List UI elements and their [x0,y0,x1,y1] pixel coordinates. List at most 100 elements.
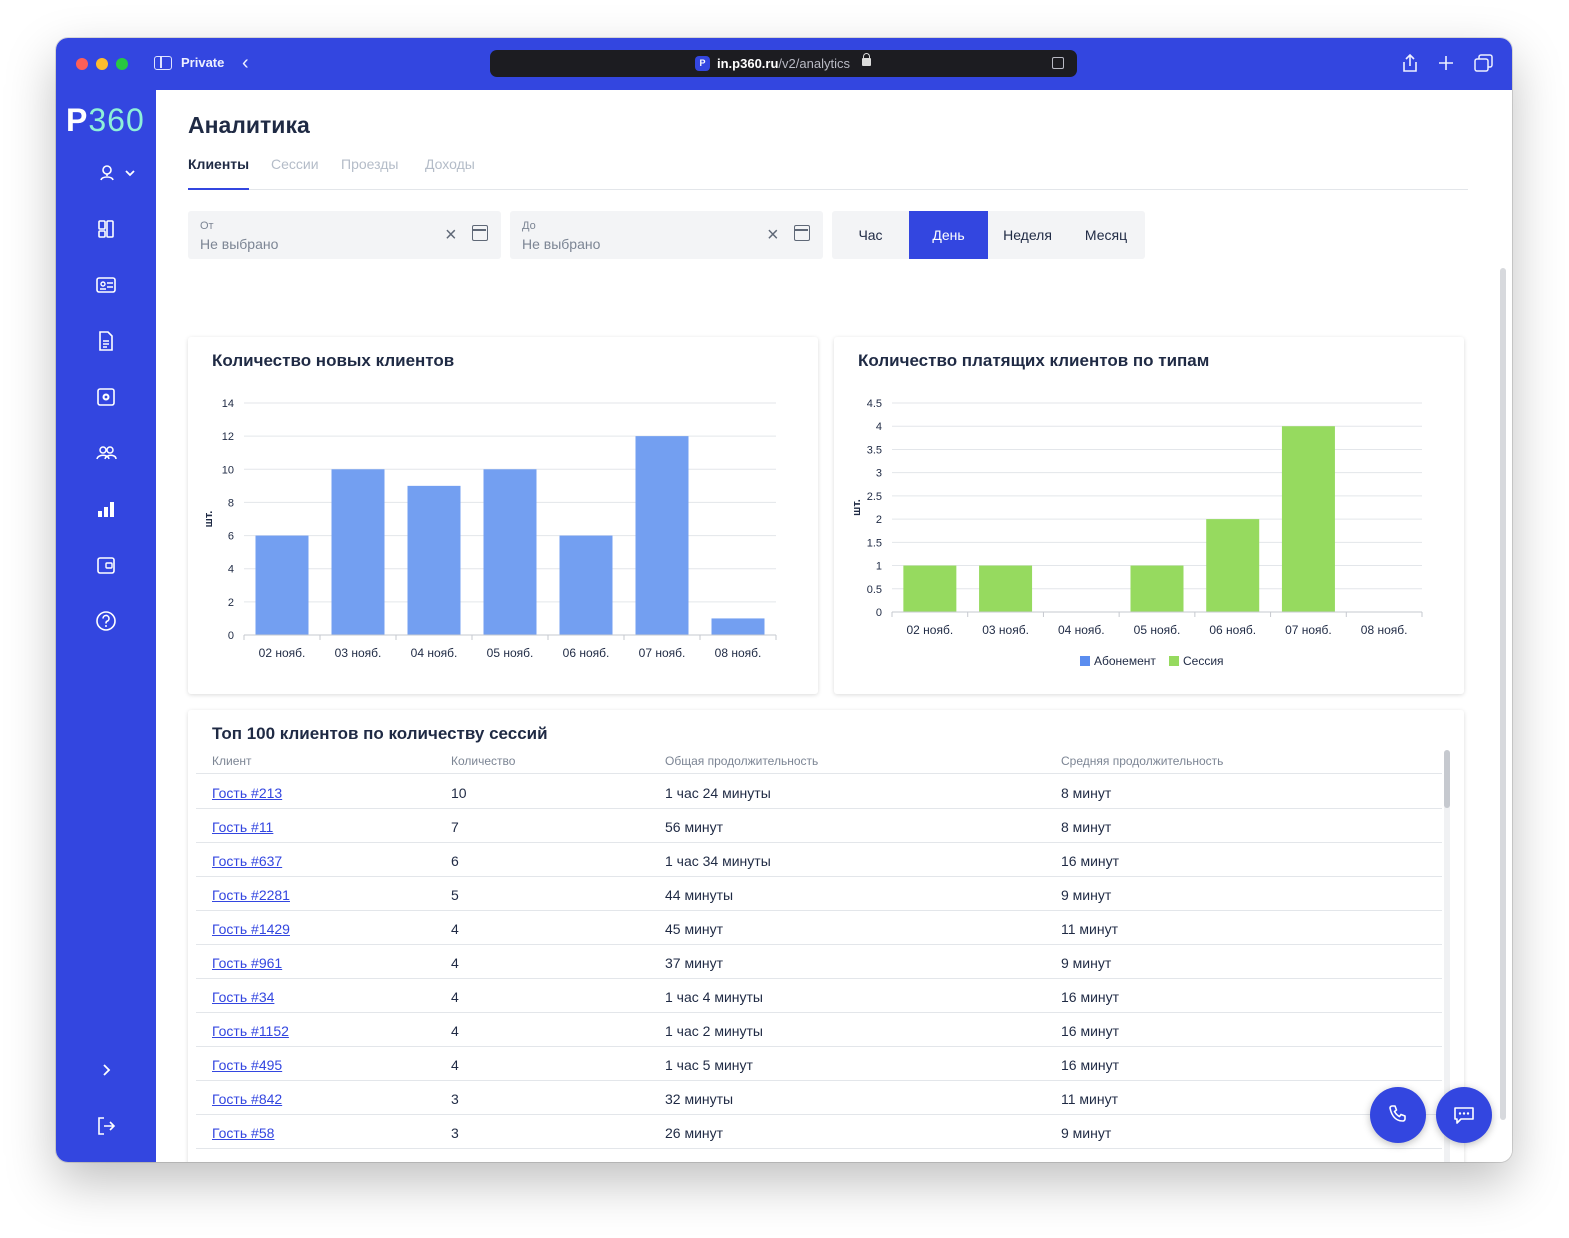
client-link[interactable]: Гость #11 [212,819,273,835]
app-logo[interactable]: P360 [66,102,145,139]
client-link[interactable]: Гость #213 [212,785,282,801]
settings-box-icon[interactable] [94,386,118,410]
chat-button[interactable] [1436,1087,1492,1143]
avg-duration: 8 минут [1061,819,1112,835]
session-count: 4 [451,1023,459,1039]
bar[interactable] [1281,426,1335,612]
table-row: Гость #1152 4 1 час 2 минуты 16 минут [196,1013,1442,1047]
logout-icon[interactable] [94,1115,118,1139]
table-row: Гость #34 4 1 час 4 минуты 16 минут [196,979,1442,1013]
x-tick-label: 02 нояб. [907,623,954,637]
document-icon[interactable] [94,330,118,354]
total-duration: 45 минут [665,921,724,937]
dashboard-icon[interactable] [94,218,118,242]
date-from-value[interactable]: Не выбрано [200,236,278,252]
help-icon[interactable] [94,610,118,634]
expand-icon[interactable] [94,1059,118,1083]
table-row: Гость #495 4 1 час 5 минут 16 минут [196,1047,1442,1081]
session-count: 3 [451,1091,459,1107]
x-tick-label: 07 нояб. [1285,623,1332,637]
client-link[interactable]: Гость #637 [212,853,282,869]
calendar-icon[interactable] [472,225,488,241]
bar[interactable] [331,469,385,635]
bar[interactable] [979,565,1033,612]
date-to-field[interactable]: До Не выбрано × [510,211,823,259]
bar[interactable] [903,565,957,612]
total-duration: 1 час 5 минут [665,1057,753,1073]
bar[interactable] [635,436,689,635]
bar[interactable] [711,618,765,635]
bar[interactable] [1206,519,1260,612]
client-link[interactable]: Гость #143 [212,1159,282,1162]
minimize-window-button[interactable] [96,58,108,70]
tab-sessions[interactable]: Сессии [271,156,319,182]
period-week-button[interactable]: Неделя [988,211,1067,259]
sidebar-toggle-icon[interactable] [154,56,172,70]
maximize-window-button[interactable] [116,58,128,70]
client-link[interactable]: Гость #842 [212,1091,282,1107]
x-tick-label: 04 нояб. [1058,623,1105,637]
table-row: Гость #842 3 32 минуты 11 минут [196,1081,1442,1115]
clear-icon[interactable]: × [445,224,457,247]
table-row: Гость #213 10 1 час 24 минуты 8 минут [196,775,1442,809]
clear-icon[interactable]: × [767,224,779,247]
client-link[interactable]: Гость #961 [212,955,282,971]
avg-duration: 11 минут [1061,921,1119,937]
close-window-button[interactable] [76,58,88,70]
tabs-overview-icon[interactable] [1474,54,1494,72]
client-link[interactable]: Гость #34 [212,989,274,1005]
period-month-button[interactable]: Месяц [1067,211,1145,259]
call-button[interactable] [1370,1087,1426,1143]
date-from-label: От [200,220,214,232]
y-tick-label: 3 [876,468,882,480]
page-scrollbar[interactable] [1500,268,1506,1120]
client-link[interactable]: Гость #2281 [212,887,290,903]
reader-icon[interactable] [1052,57,1064,69]
address-bar[interactable]: P in.p360.ru/v2/analytics [490,50,1077,77]
new-tab-icon[interactable] [1437,54,1455,72]
tab-rides[interactable]: Проезды [341,156,398,182]
x-tick-label: 08 нояб. [1361,623,1408,637]
table-row: Гость #637 6 1 час 34 минуты 16 минут [196,843,1442,877]
paying-clients-chart: 0 0.5 1 1.5 2 2.5 3 3.5 4 4.5 шт. 02 нояб. 03 нояб. 0… [851,398,1423,668]
table-cell: Гость #961 [212,955,282,971]
y-tick-label: 1 [876,561,882,573]
session-count: 7 [451,819,459,835]
period-hour-button[interactable]: Час [832,211,909,259]
total-duration: 1 час 24 минуты [665,785,771,801]
total-duration: 1 час 34 минуты [665,853,771,869]
analytics-icon[interactable] [94,498,118,522]
client-link[interactable]: Гость #58 [212,1125,274,1141]
bar[interactable] [255,535,309,635]
legend-swatch [1080,656,1090,666]
legend-label: Сессия [1183,654,1224,668]
date-from-field[interactable]: От Не выбрано × [188,211,501,259]
bar[interactable] [407,485,461,635]
y-tick-label: 8 [228,497,234,509]
location-user-icon[interactable] [94,162,138,186]
bar[interactable] [559,535,613,635]
period-day-button[interactable]: День [909,211,988,259]
client-link[interactable]: Гость #495 [212,1057,282,1073]
date-to-label: До [522,220,536,232]
users-icon[interactable] [94,442,118,466]
session-count: 4 [451,955,459,971]
client-link[interactable]: Гость #1152 [212,1023,289,1039]
tab-clients[interactable]: Клиенты [188,156,250,190]
back-icon[interactable]: ‹ [242,52,249,75]
table-scrollbar-thumb[interactable] [1444,750,1450,808]
bar[interactable] [1130,565,1184,612]
id-card-icon[interactable] [94,274,118,298]
wallet-icon[interactable] [94,554,118,578]
x-tick-label: 06 нояб. [563,646,610,660]
client-link[interactable]: Гость #1429 [212,921,290,937]
share-icon[interactable] [1401,53,1419,73]
bar[interactable] [483,469,537,635]
calendar-icon[interactable] [794,225,810,241]
browser-titlebar: Private ‹ P in.p360.ru/v2/analytics [56,38,1512,90]
tab-income[interactable]: Доходы [425,156,475,182]
table-row: Гость #2281 5 44 минуты 9 минут [196,877,1442,911]
table-cell: Гость #34 [212,989,274,1005]
new-clients-chart: 0 2 4 6 8 10 12 14 шт. 02 нояб. 03 нояб. 04 нояб. 05… [203,398,777,660]
date-to-value[interactable]: Не выбрано [522,236,600,252]
